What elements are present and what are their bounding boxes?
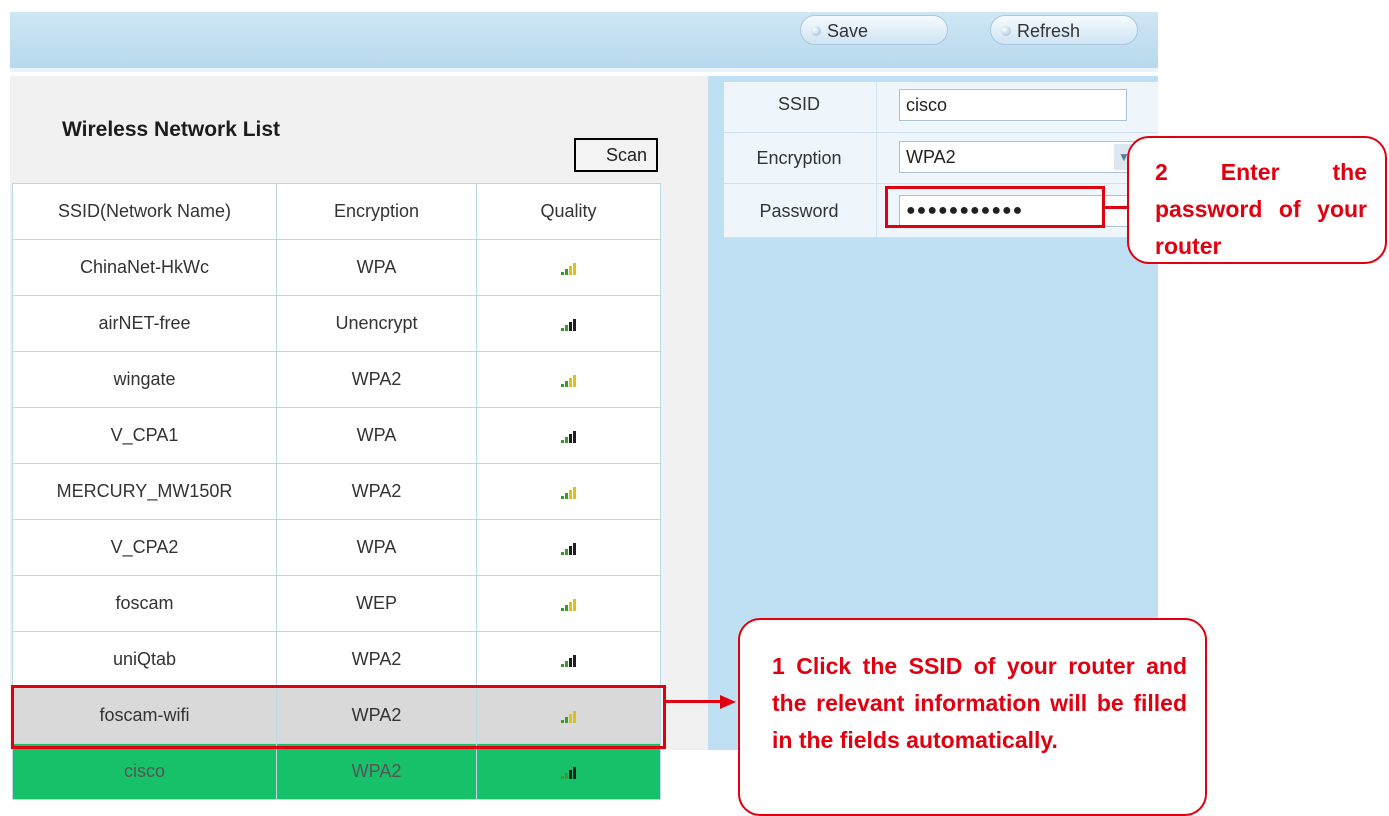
arrow-connector-line xyxy=(666,700,726,703)
table-row[interactable]: foscam WEP xyxy=(12,575,661,632)
selected-row-highlight-box xyxy=(11,685,666,749)
top-toolbar xyxy=(10,12,1158,72)
table-row[interactable]: airNET-free Unencrypt xyxy=(12,295,661,352)
encryption-cell: Unencrypt xyxy=(276,295,477,352)
ssid-cell[interactable]: foscam xyxy=(12,575,277,632)
signal-bars-icon xyxy=(560,655,576,668)
refresh-button-label: Refresh xyxy=(1017,21,1081,41)
quality-cell xyxy=(476,351,661,408)
encryption-cell: WPA2 xyxy=(276,351,477,408)
signal-bars-icon xyxy=(560,487,576,500)
table-row[interactable]: V_CPA2 WPA xyxy=(12,519,661,576)
signal-bars-icon xyxy=(560,599,576,612)
table-row[interactable]: uniQtab WPA2 xyxy=(12,631,661,688)
signal-bars-icon xyxy=(560,375,576,388)
refresh-icon xyxy=(1001,26,1011,36)
wireless-list-title: Wireless Network List xyxy=(62,118,281,141)
ssid-cell[interactable]: airNET-free xyxy=(12,295,277,352)
column-header-encryption: Encryption xyxy=(276,183,477,240)
table-row[interactable]: ChinaNet-HkWc WPA xyxy=(12,239,661,296)
save-button[interactable]: Save xyxy=(800,15,948,45)
encryption-cell: WPA2 xyxy=(276,463,477,520)
ssid-cell[interactable]: V_CPA1 xyxy=(12,407,277,464)
save-icon xyxy=(811,26,821,36)
table-row[interactable]: V_CPA1 WPA xyxy=(12,407,661,464)
encryption-cell: WPA2 xyxy=(276,631,477,688)
quality-cell xyxy=(476,519,661,576)
scan-button[interactable]: Scan xyxy=(574,138,658,172)
ssid-cell[interactable]: cisco xyxy=(12,743,277,800)
callout-connector-line xyxy=(1105,206,1129,209)
table-row[interactable]: MERCURY_MW150R WPA2 xyxy=(12,463,661,520)
signal-bars-icon xyxy=(560,767,576,780)
ssid-cell[interactable]: MERCURY_MW150R xyxy=(12,463,277,520)
ssid-cell[interactable]: V_CPA2 xyxy=(12,519,277,576)
ssid-cell[interactable]: ChinaNet-HkWc xyxy=(12,239,277,296)
quality-cell xyxy=(476,295,661,352)
table-row[interactable]: wingate WPA2 xyxy=(12,351,661,408)
signal-bars-icon xyxy=(560,263,576,276)
ssid-label: SSID xyxy=(777,94,820,114)
encryption-cell: WPA xyxy=(276,239,477,296)
quality-cell xyxy=(476,239,661,296)
signal-bars-icon xyxy=(560,319,576,332)
quality-cell xyxy=(476,407,661,464)
encryption-cell: WEP xyxy=(276,575,477,632)
ssid-cell[interactable]: wingate xyxy=(12,351,277,408)
table-row[interactable]: cisco WPA2 xyxy=(12,743,661,800)
encryption-selected-value: WPA2 xyxy=(906,147,956,167)
table-header-row: SSID(Network Name) Encryption Quality xyxy=(12,183,661,240)
encryption-cell: WPA xyxy=(276,407,477,464)
encryption-cell: WPA xyxy=(276,519,477,576)
quality-cell xyxy=(476,575,661,632)
signal-bars-icon xyxy=(560,431,576,444)
step2-callout: 2 Enter the password of your router xyxy=(1127,136,1387,264)
save-button-label: Save xyxy=(827,21,869,41)
encryption-label: Encryption xyxy=(756,148,842,168)
password-highlight-box xyxy=(885,186,1105,228)
encryption-cell: WPA2 xyxy=(276,743,477,800)
quality-cell xyxy=(476,631,661,688)
column-header-ssid: SSID(Network Name) xyxy=(12,183,277,240)
refresh-button[interactable]: Refresh xyxy=(990,15,1138,45)
quality-cell xyxy=(476,743,661,800)
step1-callout: 1 Click the SSID of your router and the … xyxy=(738,618,1207,816)
column-header-quality: Quality xyxy=(476,183,661,240)
signal-bars-icon xyxy=(560,543,576,556)
password-label: Password xyxy=(759,201,839,221)
ssid-cell[interactable]: uniQtab xyxy=(12,631,277,688)
encryption-select[interactable]: WPA2 ▼ xyxy=(899,141,1139,173)
quality-cell xyxy=(476,463,661,520)
ssid-input[interactable]: cisco xyxy=(899,89,1127,121)
form-column-divider xyxy=(876,82,877,237)
arrow-right-icon xyxy=(720,695,736,709)
